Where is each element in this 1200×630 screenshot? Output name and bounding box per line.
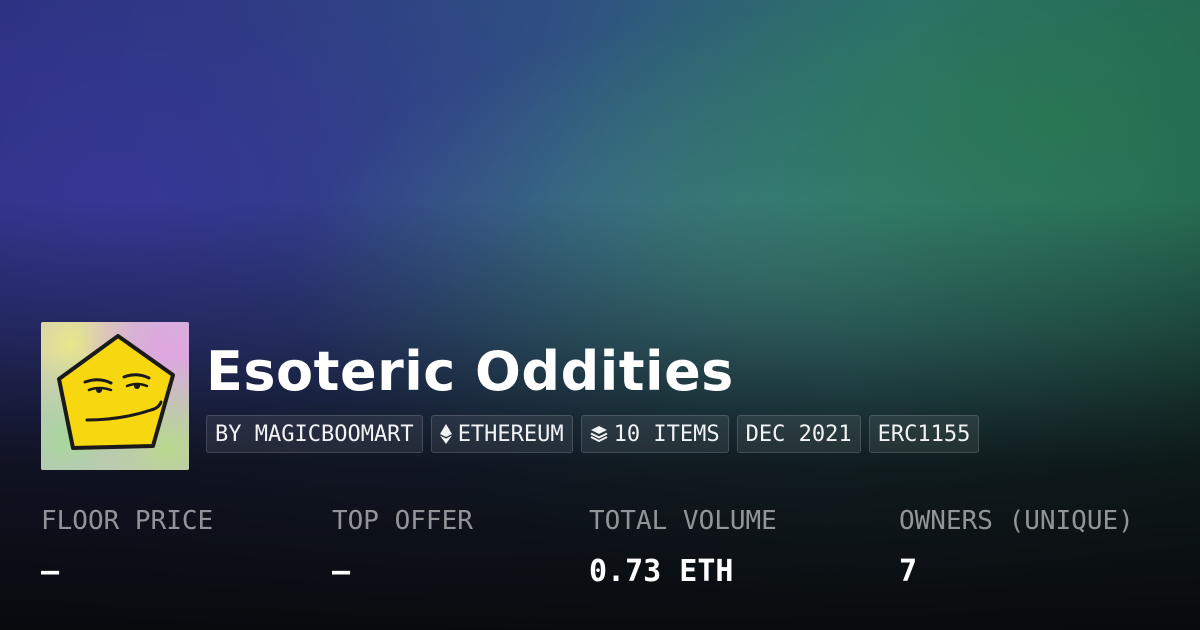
- stat-value: —: [332, 554, 351, 589]
- chip-date[interactable]: DEC 2021: [736, 415, 861, 453]
- stat-label: OWNERS (UNIQUE): [899, 506, 1134, 536]
- chip-items-label: 10 ITEMS: [613, 421, 720, 447]
- stat-total-volume: TOTAL VOLUME 0.73 ETH: [589, 500, 777, 594]
- layers-icon: [590, 425, 608, 443]
- stat-floor-price: FLOOR PRICE —: [41, 500, 213, 594]
- ethereum-icon: [439, 424, 452, 444]
- chip-items[interactable]: 10 ITEMS: [580, 415, 729, 453]
- smirking-pentagon-icon: [41, 322, 189, 470]
- chip-standard[interactable]: ERC1155: [868, 415, 980, 453]
- collection-stats: FLOOR PRICE — TOP OFFER — TOTAL VOLUME 0…: [41, 500, 1181, 610]
- stat-value: —: [41, 554, 60, 589]
- chip-creator[interactable]: BY MAGICBOOMART: [206, 415, 423, 453]
- stat-value: 7: [899, 554, 918, 589]
- collection-title: Esoteric Oddities: [206, 340, 734, 403]
- chip-chain[interactable]: ETHEREUM: [430, 415, 573, 453]
- collection-share-card: Esoteric Oddities BY MAGICBOOMART ETHERE…: [0, 0, 1200, 630]
- collection-meta-chips: BY MAGICBOOMART ETHEREUM 10 ITEMS DEC 20…: [206, 415, 980, 453]
- chip-chain-label: ETHEREUM: [457, 421, 564, 447]
- chip-standard-label: ERC1155: [877, 421, 971, 447]
- chip-creator-label: BY MAGICBOOMART: [215, 421, 414, 447]
- stat-label: FLOOR PRICE: [41, 506, 214, 536]
- stat-value: 0.73 ETH: [589, 554, 734, 589]
- stat-top-offer: TOP OFFER —: [332, 500, 473, 594]
- chip-date-label: DEC 2021: [745, 421, 852, 447]
- stat-label: TOP OFFER: [332, 506, 473, 536]
- stat-label: TOTAL VOLUME: [589, 506, 777, 536]
- stat-owners-unique: OWNERS (UNIQUE) 7: [899, 500, 1134, 594]
- collection-avatar: [41, 322, 189, 470]
